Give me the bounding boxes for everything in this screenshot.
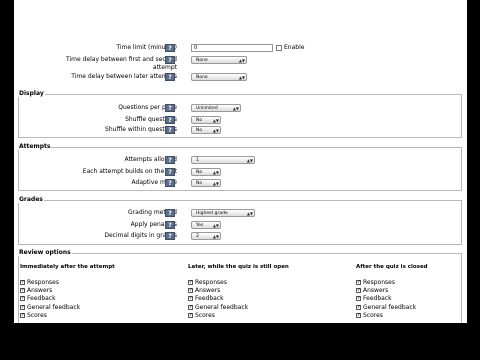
help-icon[interactable]: ? [165,56,175,64]
dropdown-arrow-icon: ▲▼ [238,75,245,80]
grades-fieldset [18,200,462,245]
review-option-checkbox[interactable] [188,295,193,302]
dropdown-arrow-icon: ▲▼ [212,223,219,228]
review-option-checkbox[interactable] [188,287,193,294]
delay-later-select[interactable]: None ▲▼ [191,73,247,81]
display-legend: Display [18,90,45,97]
grades-legend: Grades [18,196,44,203]
review-option-label: Feedback [195,295,224,303]
review-option-label: Responses [363,279,395,286]
attempts-allowed-value: 1 [196,158,199,163]
shuffle-within-select[interactable]: No ▲▼ [191,126,221,134]
adaptive-mode-select[interactable]: No ▲▼ [191,179,221,187]
review-option-label: Scores [27,311,47,319]
dropdown-arrow-icon: ▲▼ [212,234,219,239]
delay-later-value: None [196,75,208,80]
help-icon[interactable]: ? [165,168,175,176]
review-option-label: Answers [27,287,53,295]
review-option-label: General feedback [195,303,249,311]
apply-penalties-select[interactable]: Yes ▲▼ [191,221,221,229]
review-option-checkbox[interactable] [188,279,193,285]
review-column-heading: Immediately after the attempt [20,264,115,270]
help-icon[interactable]: ? [165,104,175,112]
help-icon[interactable]: ? [165,179,175,187]
dropdown-arrow-icon: ▲▼ [212,128,219,133]
review-option-label: Feedback [363,295,392,303]
time-limit-enable-label: Enable [284,44,305,51]
help-icon[interactable]: ? [165,73,175,81]
dropdown-arrow-icon: ▲▼ [232,106,239,111]
review-option-label: Answers [363,287,389,295]
attempts-allowed-select[interactable]: 1 ▲▼ [191,156,255,164]
review-option-label: Feedback [27,295,56,303]
dropdown-arrow-icon: ▲▼ [212,170,219,175]
review-column-heading: Later, while the quiz is still open [188,264,289,270]
review-option-checkbox[interactable] [188,312,193,318]
dropdown-arrow-icon: ▲▼ [212,118,219,123]
review-option-label: Scores [363,311,383,319]
questions-per-page-value: Unlimited [196,106,218,111]
review-option-checkbox[interactable] [188,304,193,310]
review-option-checkbox[interactable] [356,304,361,310]
review-option-checkbox[interactable] [20,304,25,310]
dropdown-arrow-icon: ▲▼ [212,181,219,186]
attempts-legend: Attempts [18,143,52,150]
delay-later-label: Time delay between later attempts [71,73,177,80]
review-option-label: Scores [195,311,215,319]
review-option-checkbox[interactable] [356,287,361,294]
shuffle-questions-value: No [196,118,203,123]
grading-method-select[interactable]: Highest grade ▲▼ [191,209,255,217]
dropdown-arrow-icon: ▲▼ [246,211,253,216]
shuffle-within-value: No [196,128,203,133]
help-icon[interactable]: ? [165,209,175,217]
adaptive-mode-value: No [196,181,203,186]
dropdown-arrow-icon: ▲▼ [238,58,245,63]
delay-first-second-select[interactable]: None ▲▼ [191,56,247,64]
questions-per-page-select[interactable]: Unlimited ▲▼ [191,104,241,112]
builds-on-last-label: Each attempt builds on the last [82,168,177,175]
review-option-label: Answers [195,287,221,295]
review-column-heading: After the quiz is closed [356,264,428,270]
review-option-checkbox[interactable] [20,312,25,318]
help-icon[interactable]: ? [165,126,175,134]
review-option-label: Responses [27,279,59,286]
quiz-settings-form: Time limit (minutes) ? 0 Enable Time del… [14,0,467,323]
dropdown-arrow-icon: ▲▼ [246,158,253,163]
review-option-checkbox[interactable] [356,279,361,285]
review-option-label: General feedback [363,303,417,311]
help-icon[interactable]: ? [165,221,175,229]
grading-method-value: Highest grade [196,211,228,216]
review-option-checkbox[interactable] [356,312,361,318]
time-limit-input[interactable]: 0 [191,44,273,52]
delay-first-second-label-line1: Time delay between first and second [66,56,177,63]
help-icon[interactable]: ? [165,44,175,52]
help-icon[interactable]: ? [165,156,175,164]
review-options-legend: Review options [18,249,72,256]
decimal-digits-select[interactable]: 2 ▲▼ [191,232,221,240]
builds-on-last-value: No [196,170,203,175]
display-fieldset [18,94,462,138]
builds-on-last-select[interactable]: No ▲▼ [191,168,221,176]
review-option-label: General feedback [27,303,81,311]
shuffle-questions-select[interactable]: No ▲▼ [191,116,221,124]
review-option-checkbox[interactable] [20,287,25,294]
review-option-checkbox[interactable] [356,295,361,302]
help-icon[interactable]: ? [165,232,175,240]
time-limit-enable-checkbox[interactable] [276,45,282,51]
decimal-digits-value: 2 [196,234,199,239]
delay-first-second-value: None [196,58,208,63]
delay-first-second-label-line2: attempt [152,64,177,71]
help-icon[interactable]: ? [165,116,175,124]
review-option-checkbox[interactable] [20,295,25,302]
review-option-label: Responses [195,279,227,286]
review-option-checkbox[interactable] [20,279,25,285]
apply-penalties-value: Yes [196,223,204,228]
